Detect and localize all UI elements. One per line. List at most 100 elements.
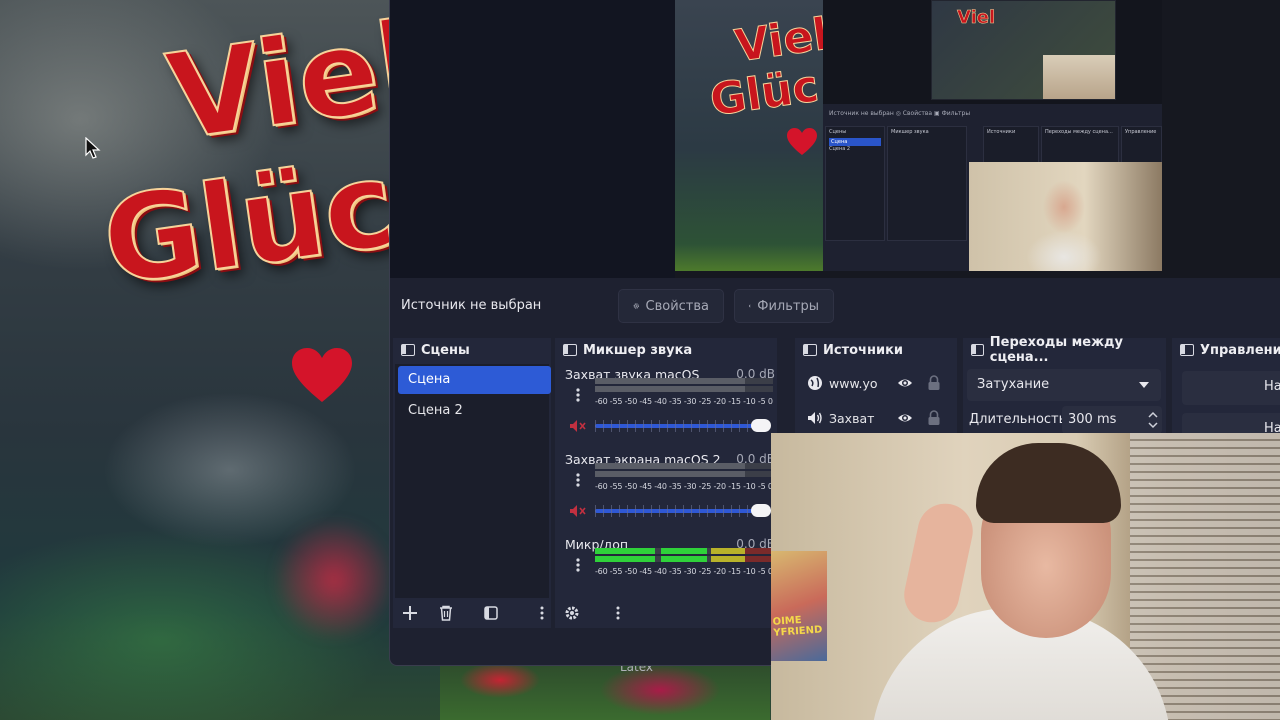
kebab-menu-icon: [616, 606, 620, 620]
dock-undock-icon[interactable]: [563, 344, 577, 356]
preview-canvas[interactable]: Viel Glüc Viel Источник не выбран ◎ Свой…: [675, 0, 1162, 271]
channel-menu-button[interactable]: [573, 557, 583, 573]
volume-meter: [595, 548, 773, 568]
channel-menu-button[interactable]: [573, 387, 583, 403]
channel-menu-button[interactable]: [573, 472, 583, 488]
heart-icon: [292, 348, 352, 402]
wallpaper-mushrooms: [440, 660, 770, 720]
canvas-title-line1: Viel: [731, 8, 832, 73]
scene-item-1[interactable]: Сцена 2: [398, 397, 551, 425]
filters-label: Фильтры: [757, 298, 819, 314]
dock-undock-icon[interactable]: [401, 344, 415, 356]
properties-label: Свойства: [645, 298, 710, 314]
nested-transitions-title: Переходы между сцена...: [1045, 129, 1113, 135]
webcam-poster: OIME YFRIEND: [771, 551, 827, 661]
meter-scale: -60 -55 -50 -45 -40 -35 -30 -25 -20 -15 …: [595, 482, 773, 491]
mixer-channel-2: Микр/доп 0.0 dB -60 -55 -50 -45 -40 -35 …: [555, 537, 777, 592]
webcam-person-hand: [899, 498, 978, 628]
mixer-more-button[interactable]: [605, 602, 631, 624]
chevron-down-icon: [1139, 382, 1149, 388]
source-name: Захват: [829, 410, 875, 426]
transition-selected: Затухание: [977, 377, 1050, 392]
sources-title: Источники: [823, 342, 903, 358]
scene-filters-button[interactable]: [478, 602, 504, 624]
source-name: www.yo: [829, 375, 878, 391]
duration-input[interactable]: 300 ms: [1062, 406, 1162, 434]
mixer-dock-header: Микшер звука: [555, 338, 777, 362]
controls-dock-header: Управление: [1172, 338, 1280, 362]
dock-undock-icon[interactable]: [971, 344, 984, 356]
source-item-1[interactable]: Захват: [807, 406, 957, 430]
add-scene-button[interactable]: [397, 602, 423, 624]
webcam-blinds: [1130, 433, 1280, 720]
gear-icon: [633, 303, 639, 309]
eye-icon[interactable]: [897, 410, 913, 426]
nested-controls-title: Управление: [1125, 129, 1157, 135]
nested-scene-active: Сцена: [829, 138, 881, 146]
nested-screen-capture: Viel Источник не выбран ◎ Свойства ▣ Фил…: [823, 0, 1162, 271]
scenes-dock-header: Сцены: [393, 338, 551, 362]
webcam-overlay: OIME YFRIEND: [771, 433, 1280, 720]
scenes-title: Сцены: [421, 342, 470, 358]
nested-mixer-dock: Микшер звука: [887, 126, 967, 241]
dock-undock-icon[interactable]: [1180, 344, 1194, 356]
speaker-muted-icon: [570, 420, 586, 432]
duration-value: 300 ms: [1068, 412, 1117, 427]
transitions-dock-header: Переходы между сцена...: [963, 335, 1166, 365]
sources-dock-header: Источники: [795, 338, 957, 362]
kebab-menu-icon: [576, 473, 580, 487]
start-streaming-button[interactable]: Начат: [1182, 371, 1280, 405]
nested-thumbnail: Viel: [931, 0, 1116, 100]
plus-icon: [403, 606, 417, 620]
duration-spinner[interactable]: [1146, 408, 1160, 432]
webcam-person-hair: [976, 443, 1121, 523]
source-item-0[interactable]: www.yo: [807, 371, 957, 395]
properties-button[interactable]: Свойства: [618, 289, 724, 323]
meter-scale: -60 -55 -50 -45 -40 -35 -30 -25 -20 -15 …: [595, 567, 773, 576]
dock-undock-icon[interactable]: [803, 344, 817, 356]
scene-item-0[interactable]: Сцена: [398, 366, 551, 394]
volume-meter: [595, 378, 773, 398]
nested-header: Источник не выбран ◎ Свойства ▣ Фильтры: [829, 110, 971, 117]
nested-thumb-title: Viel: [957, 7, 996, 29]
source-toolbar: Источник не выбран Свойства Фильтры: [390, 280, 1280, 334]
kebab-menu-icon: [576, 558, 580, 572]
trash-icon: [440, 605, 452, 621]
nested-scene-other: Сцена 2: [829, 146, 851, 152]
mute-button[interactable]: [569, 419, 589, 433]
filter-icon: [484, 606, 498, 620]
scenes-dock: Сцены Сцена Сцена 2: [393, 338, 551, 628]
filters-button[interactable]: Фильтры: [734, 289, 834, 323]
globe-icon: [808, 376, 822, 390]
nested-obs-panel: Источник не выбран ◎ Свойства ▣ Фильтры …: [823, 104, 1162, 271]
wallpaper-sparks: [250, 520, 390, 640]
volume-slider-handle[interactable]: [751, 419, 771, 432]
nested-scenes-title: Сцены: [829, 129, 847, 135]
lock-icon[interactable]: [927, 410, 941, 426]
controls-title: Управление: [1200, 342, 1280, 358]
heart-icon: [787, 128, 817, 155]
speaker-muted-icon: [570, 505, 586, 517]
scenes-footer: [393, 598, 551, 628]
eye-icon[interactable]: [897, 375, 913, 391]
volume-slider[interactable]: [595, 504, 771, 517]
advanced-audio-button[interactable]: [559, 602, 585, 624]
remove-scene-button[interactable]: [433, 602, 459, 624]
scenes-list: Сцена Сцена 2: [395, 364, 551, 598]
volume-slider-handle[interactable]: [751, 504, 771, 517]
mouse-cursor-icon: [85, 137, 101, 159]
poster-text: OIME YFRIEND: [772, 614, 823, 639]
transition-select[interactable]: Затухание: [967, 369, 1161, 401]
nested-mixer-title: Микшер звука: [891, 129, 929, 135]
preview-area: Viel Glüc Viel Источник не выбран ◎ Свой…: [390, 0, 1280, 278]
volume-slider[interactable]: [595, 419, 771, 432]
spinner-arrows-icon: [1148, 411, 1158, 429]
canvas-title-line2: Glüc: [706, 60, 822, 127]
kebab-menu-icon: [540, 606, 544, 620]
scenes-more-button[interactable]: [529, 602, 555, 624]
lock-icon[interactable]: [927, 375, 941, 391]
kebab-menu-icon: [576, 388, 580, 402]
mute-button[interactable]: [569, 504, 589, 518]
transitions-title: Переходы между сцена...: [989, 335, 1124, 365]
nested-webcam: [969, 162, 1162, 271]
